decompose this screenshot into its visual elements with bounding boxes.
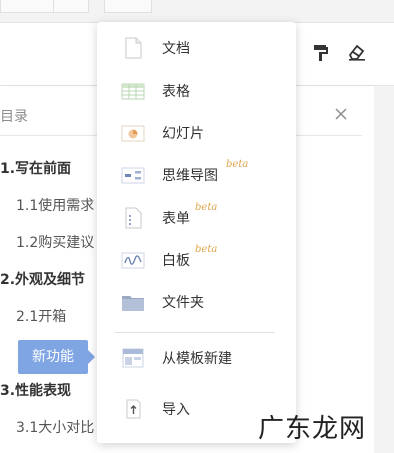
toc-item[interactable]: 1.2购买建议 <box>16 232 94 252</box>
menu-item-template[interactable]: 从模板新建 <box>97 338 296 378</box>
menu-item-sheet[interactable]: 表格 <box>97 71 296 111</box>
template-icon <box>122 348 144 368</box>
menu-item-label: 文档 <box>162 41 190 57</box>
toc-item[interactable]: 2.1开箱 <box>16 306 66 326</box>
menu-item-label: 表格 <box>162 84 190 100</box>
new-file-menu: 文档 表格 幻灯片 思维导图 beta 表单 beta 白板 beta 文件夹 … <box>97 22 296 443</box>
toc-item[interactable]: 1.写在前面 <box>0 158 71 178</box>
new-feature-tooltip[interactable]: 新功能 <box>18 340 95 374</box>
beta-badge: beta <box>195 244 218 255</box>
menu-item-slides[interactable]: 幻灯片 <box>97 113 296 153</box>
watermark: 广东龙网 <box>258 414 367 444</box>
menu-separator <box>115 332 275 333</box>
menu-item-label: 思维导图 <box>162 168 218 184</box>
menu-item-label: 表单 <box>162 211 190 227</box>
whiteboard-icon <box>121 252 145 269</box>
menu-item-label: 幻灯片 <box>162 126 204 142</box>
menu-item-label: 从模板新建 <box>162 351 232 367</box>
eraser-icon[interactable] <box>347 42 367 62</box>
close-icon[interactable] <box>333 106 349 122</box>
beta-badge: beta <box>226 159 249 170</box>
doc-icon <box>125 37 142 59</box>
toc-item[interactable]: 3.1大小对比 <box>16 417 94 437</box>
top-button-new[interactable] <box>104 0 152 13</box>
menu-item-form[interactable]: 表单 beta <box>97 198 296 238</box>
top-button[interactable] <box>0 0 54 13</box>
menu-item-label: 白板 <box>162 253 190 269</box>
folder-icon <box>122 296 144 311</box>
mindmap-icon <box>121 167 145 184</box>
import-icon <box>126 399 141 419</box>
menu-item-folder[interactable]: 文件夹 <box>97 282 296 322</box>
menu-item-mindmap[interactable]: 思维导图 beta <box>97 155 296 195</box>
top-bar <box>0 0 394 23</box>
toc-item[interactable]: 1.1使用需求 <box>16 195 94 215</box>
right-gutter <box>374 86 394 453</box>
slides-icon <box>121 125 145 142</box>
format-painter-icon[interactable] <box>311 42 331 62</box>
beta-badge: beta <box>195 202 218 213</box>
toc-item[interactable]: 3.性能表现 <box>0 380 71 400</box>
menu-item-whiteboard[interactable]: 白板 beta <box>97 240 296 280</box>
toc-title: 目录 <box>0 109 28 125</box>
menu-item-label: 文件夹 <box>162 295 204 311</box>
toc-item[interactable]: 2.外观及细节 <box>0 269 85 289</box>
menu-item-label: 导入 <box>162 402 190 418</box>
form-icon <box>125 207 142 229</box>
menu-item-doc[interactable]: 文档 <box>97 28 296 68</box>
top-button[interactable] <box>53 0 89 13</box>
sheet-icon <box>121 83 145 100</box>
